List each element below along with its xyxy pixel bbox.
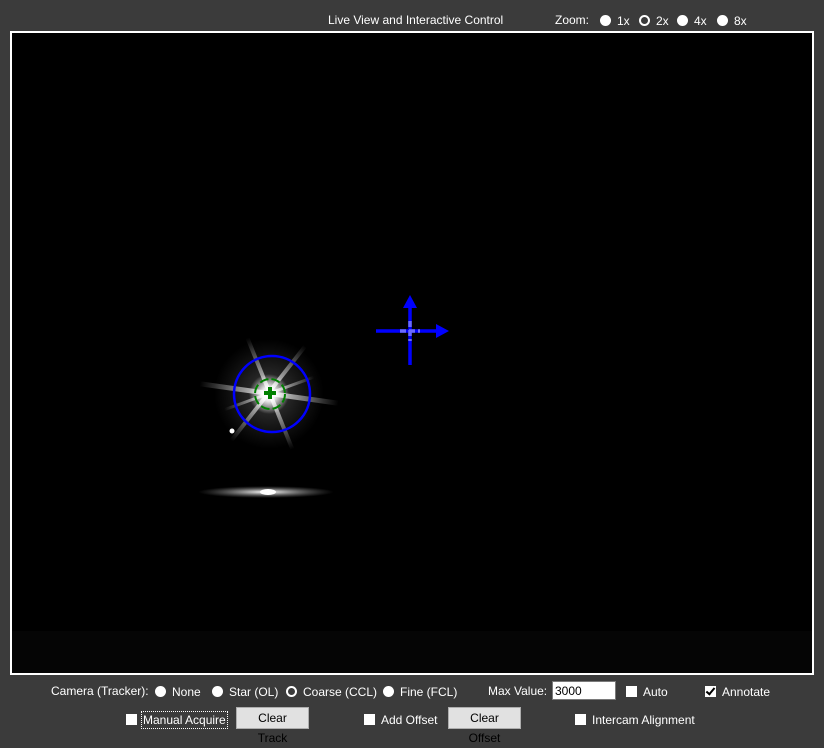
intercam-alignment-checkbox[interactable]: Intercam Alignment (575, 712, 695, 727)
max-value-label: Max Value: (488, 684, 548, 698)
checkbox-icon (626, 686, 637, 698)
camera-label: Camera (Tracker): (51, 684, 149, 698)
manual-acquire-checkbox[interactable]: Manual Acquire (126, 710, 228, 729)
radio-icon (155, 686, 166, 698)
checkbox-icon (364, 714, 375, 726)
add-offset-checkbox[interactable]: Add Offset (364, 712, 437, 727)
zoom-label: Zoom: (555, 13, 590, 27)
crosshair-icon[interactable] (376, 305, 440, 365)
auto-checkbox[interactable]: Auto (626, 684, 668, 699)
camera-radio-none[interactable]: None (155, 684, 201, 699)
zoom-radio-2x[interactable]: 2x (639, 13, 669, 28)
radio-icon (383, 686, 394, 698)
faint-star (229, 428, 235, 434)
zoom-radio-1x[interactable]: 1x (600, 13, 630, 28)
zoom-radio-4x[interactable]: 4x (677, 13, 707, 28)
checkbox-icon (126, 714, 137, 726)
live-view-image (12, 295, 812, 673)
clear-offset-button[interactable]: Clear Offset (448, 707, 521, 745)
camera-radio-fine[interactable]: Fine (FCL) (383, 684, 457, 699)
radio-selected-icon (286, 686, 297, 698)
radio-icon (600, 15, 611, 27)
zoom-radio-8x[interactable]: 8x (717, 13, 747, 28)
checkbox-icon (575, 714, 586, 726)
radio-icon (212, 686, 223, 698)
radio-selected-icon (639, 15, 650, 27)
page-title: Live View and Interactive Control (328, 13, 504, 27)
camera-radio-coarse[interactable]: Coarse (CCL) (286, 684, 377, 699)
checkbox-checked-icon (705, 686, 716, 698)
offset-arrow-right-icon[interactable] (436, 324, 449, 338)
radio-icon (677, 15, 688, 27)
clear-track-button[interactable]: Clear Track (236, 707, 309, 745)
camera-radio-star[interactable]: Star (OL) (212, 684, 278, 699)
offset-arrow-up-icon[interactable] (403, 295, 417, 308)
radio-icon (717, 15, 728, 27)
max-value-input[interactable] (552, 681, 616, 700)
annotate-checkbox[interactable]: Annotate (705, 684, 770, 699)
live-view-canvas[interactable] (10, 31, 814, 675)
